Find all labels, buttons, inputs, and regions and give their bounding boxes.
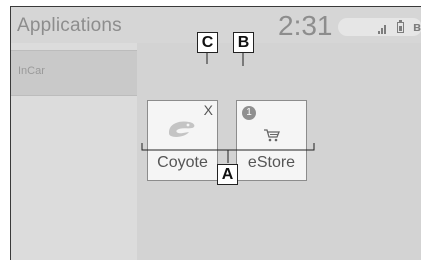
callout-c: C [197, 32, 218, 53]
callout-a: A [217, 164, 238, 185]
screen: Applications 2:31 ʙ InCar X Coyote 1 eSt… [0, 0, 421, 260]
callout-b: B [233, 32, 254, 53]
